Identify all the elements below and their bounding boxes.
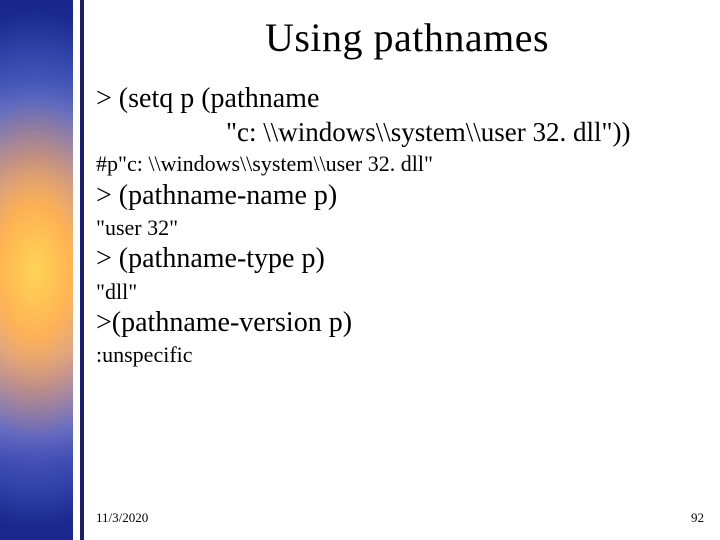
decorative-sidebar bbox=[0, 0, 80, 540]
slide-content: Using pathnames > (setq p (pathname "c: … bbox=[94, 0, 720, 540]
code-line: :unspecific bbox=[96, 341, 720, 369]
code-line: > (pathname-type p) bbox=[96, 243, 720, 275]
footer-date: 11/3/2020 bbox=[96, 510, 148, 526]
code-line: > (pathname-name p) bbox=[96, 180, 720, 212]
code-line: "c: \\windows\\system\\user 32. dll")) bbox=[96, 117, 720, 148]
slide-title: Using pathnames bbox=[94, 14, 720, 61]
code-line: > (setq p (pathname bbox=[96, 83, 720, 115]
footer-page-number: 92 bbox=[691, 510, 704, 526]
code-line: #p"c: \\windows\\system\\user 32. dll" bbox=[96, 150, 720, 178]
code-line: "user 32" bbox=[96, 214, 720, 242]
code-line: >(pathname-version p) bbox=[96, 307, 720, 339]
code-line: "dll" bbox=[96, 278, 720, 306]
slide-footer: 11/3/2020 92 bbox=[96, 510, 704, 526]
slide-body: > (setq p (pathname "c: \\windows\\syste… bbox=[94, 83, 720, 369]
sidebar-border bbox=[80, 0, 84, 540]
